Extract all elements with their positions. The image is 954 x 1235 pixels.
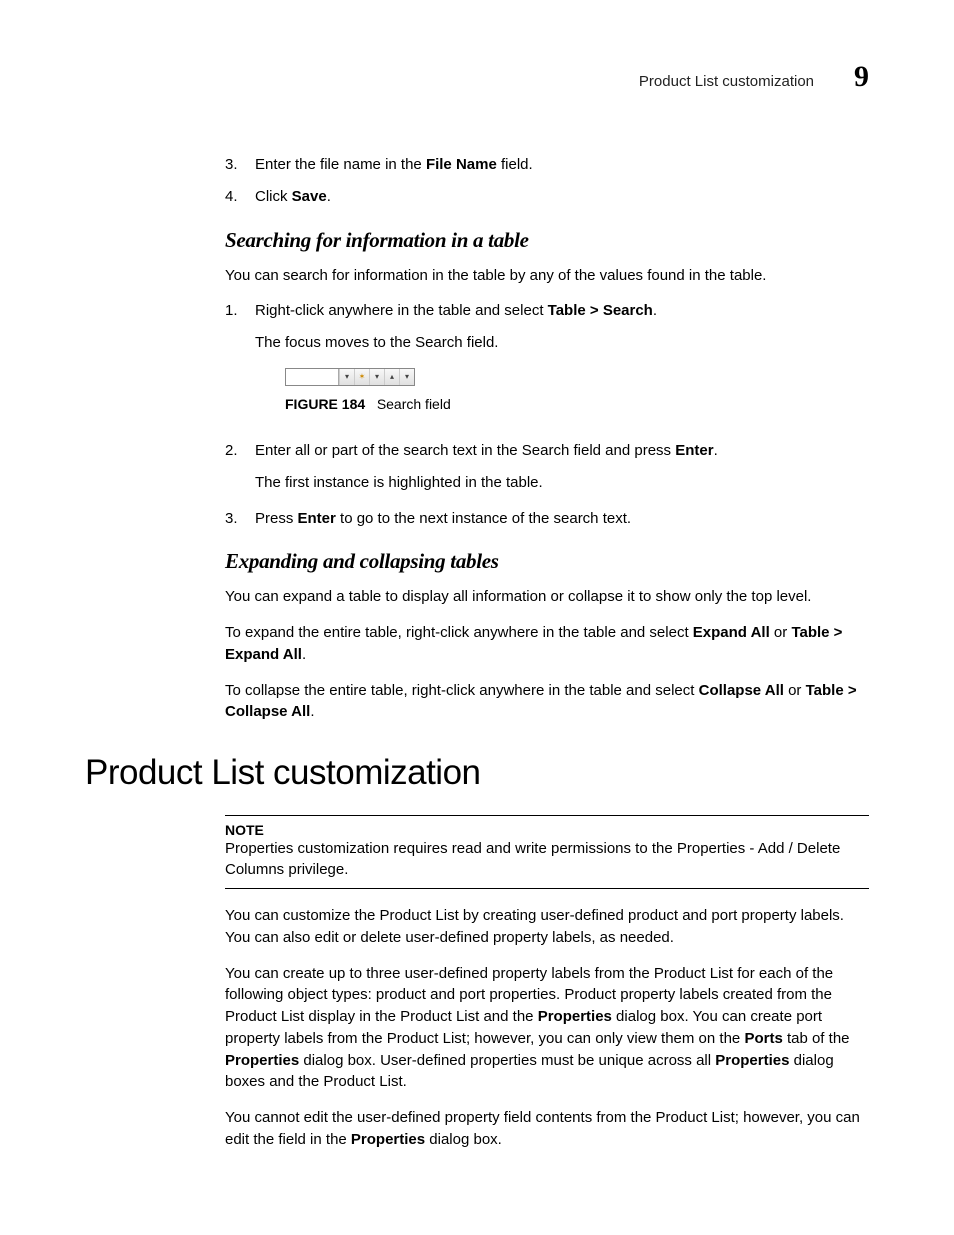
text: .	[302, 646, 306, 663]
paragraph: You cannot edit the user-defined propert…	[225, 1107, 869, 1151]
chapter-number: 9	[854, 60, 869, 94]
note-label: NOTE	[225, 822, 869, 838]
binoculars-icon[interactable]: ✶	[354, 369, 369, 385]
paragraph: To collapse the entire table, right-clic…	[225, 680, 869, 724]
step-sub: The focus moves to the Search field.	[255, 332, 869, 354]
dialog-name: Properties	[538, 1008, 612, 1025]
menu-path: Table > Search	[548, 302, 653, 319]
search-input[interactable]	[286, 369, 339, 385]
steps-continued: 3. Enter the file name in the File Name …	[225, 154, 869, 208]
subsection-heading-searching: Searching for information in a table	[225, 228, 869, 253]
arrow-up-icon[interactable]: ▴	[384, 369, 399, 385]
text: Right-click anywhere in the table and se…	[255, 302, 548, 319]
figure-caption: FIGURE 184 Search field	[285, 394, 869, 414]
text: .	[327, 188, 331, 205]
text: Enter the file name in the	[255, 156, 426, 173]
step-text: Press Enter to go to the next instance o…	[255, 508, 869, 530]
menu-item: Collapse All	[699, 682, 784, 699]
step-text: Click Save.	[255, 186, 869, 208]
figure-number: FIGURE 184	[285, 396, 365, 412]
dialog-name: Properties	[225, 1052, 299, 1069]
figure-title: Search field	[377, 396, 451, 412]
step-2: 2. Enter all or part of the search text …	[225, 440, 869, 498]
step-3: 3. Enter the file name in the File Name …	[225, 154, 869, 176]
text: .	[310, 703, 314, 720]
step-number: 4.	[225, 186, 255, 208]
text: dialog box.	[425, 1131, 502, 1148]
arrow-down-icon[interactable]: ▾	[399, 369, 414, 385]
text: tab of the	[783, 1030, 850, 1047]
step-number: 3.	[225, 508, 255, 530]
figure-184: ▾ ✶ ▾ ▴ ▾ FIGURE 184 Search field	[285, 368, 869, 414]
dialog-name: Properties	[351, 1131, 425, 1148]
text: Click	[255, 188, 292, 205]
running-header-title: Product List customization	[639, 73, 814, 90]
step-text: Enter all or part of the search text in …	[255, 440, 869, 498]
text: To expand the entire table, right-click …	[225, 624, 693, 641]
dialog-name: Properties	[715, 1052, 789, 1069]
note-text: Properties customization requires read a…	[225, 838, 869, 880]
text: You cannot edit the user-defined propert…	[225, 1109, 860, 1148]
field-name: File Name	[426, 156, 497, 173]
paragraph: To expand the entire table, right-click …	[225, 622, 869, 666]
step-number: 3.	[225, 154, 255, 176]
step-1: 1. Right-click anywhere in the table and…	[225, 300, 869, 430]
tab-name: Ports	[744, 1030, 782, 1047]
text: field.	[497, 156, 533, 173]
search-steps: 1. Right-click anywhere in the table and…	[225, 300, 869, 529]
dropdown-icon[interactable]: ▾	[369, 369, 384, 385]
note-block: NOTE Properties customization requires r…	[225, 815, 869, 889]
text: to go to the next instance of the search…	[336, 510, 631, 527]
paragraph: You can create up to three user-defined …	[225, 963, 869, 1094]
text: dialog box. User-defined properties must…	[299, 1052, 715, 1069]
step-number: 2.	[225, 440, 255, 498]
key-name: Enter	[298, 510, 336, 527]
text: Enter all or part of the search text in …	[255, 442, 675, 459]
button-name: Save	[292, 188, 327, 205]
text: To collapse the entire table, right-clic…	[225, 682, 699, 699]
paragraph: You can expand a table to display all in…	[225, 586, 869, 608]
step-sub: The first instance is highlighted in the…	[255, 472, 869, 494]
step-number: 1.	[225, 300, 255, 430]
dropdown-icon[interactable]: ▾	[339, 369, 354, 385]
paragraph: You can customize the Product List by cr…	[225, 905, 869, 949]
text: Press	[255, 510, 298, 527]
subsection-heading-expanding: Expanding and collapsing tables	[225, 549, 869, 574]
page-header: Product List customization 9	[85, 60, 869, 94]
menu-item: Expand All	[693, 624, 770, 641]
paragraph: You can search for information in the ta…	[225, 265, 869, 287]
step-3: 3. Press Enter to go to the next instanc…	[225, 508, 869, 530]
text: .	[714, 442, 718, 459]
content-column: 3. Enter the file name in the File Name …	[225, 154, 869, 723]
text: .	[653, 302, 657, 319]
search-field-widget: ▾ ✶ ▾ ▴ ▾	[285, 368, 415, 386]
key-name: Enter	[675, 442, 713, 459]
content-column: NOTE Properties customization requires r…	[225, 815, 869, 1151]
step-4: 4. Click Save.	[225, 186, 869, 208]
step-text: Right-click anywhere in the table and se…	[255, 300, 869, 430]
text: or	[770, 624, 792, 641]
text: or	[784, 682, 806, 699]
section-heading-product-list: Product List customization	[85, 753, 869, 793]
step-text: Enter the file name in the File Name fie…	[255, 154, 869, 176]
